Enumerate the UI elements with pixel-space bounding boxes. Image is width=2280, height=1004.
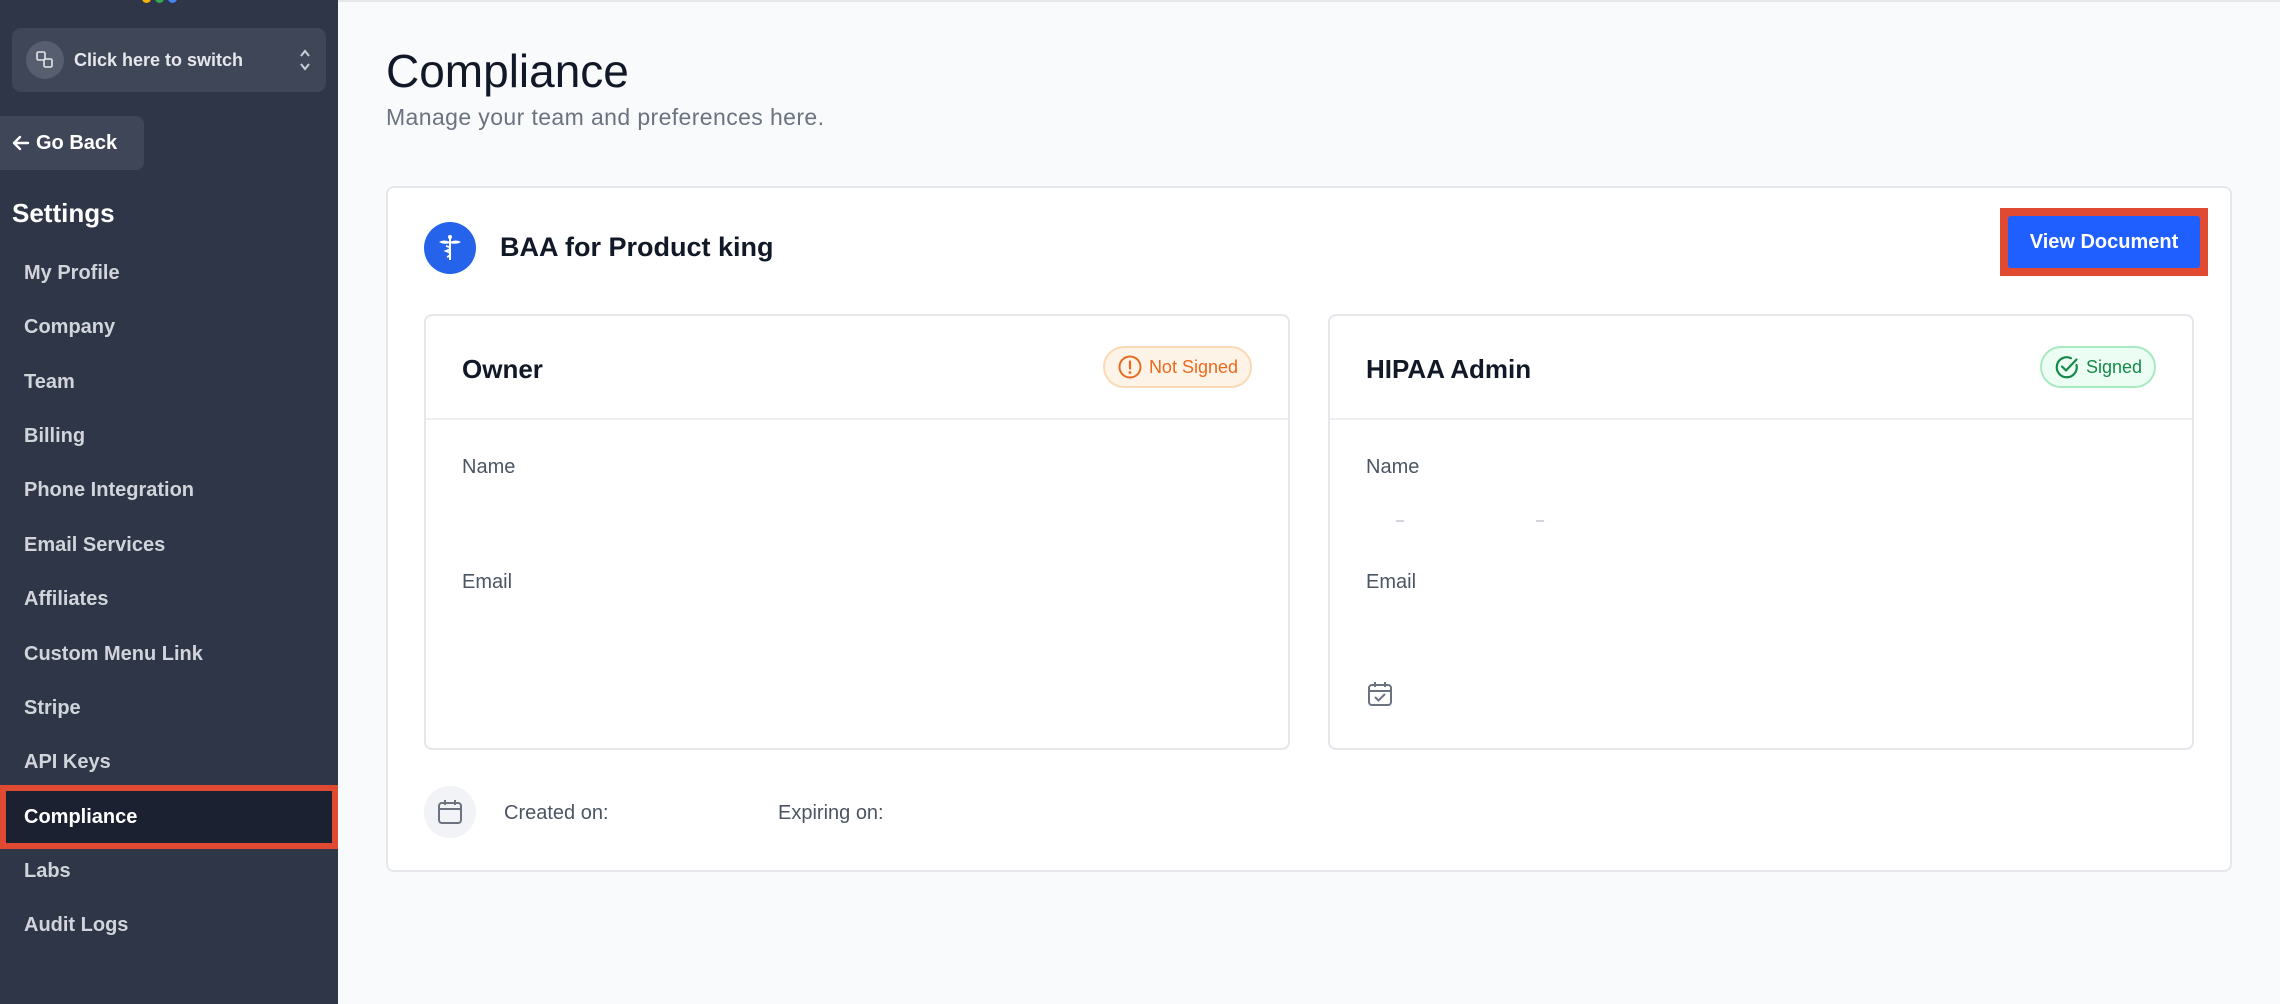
sidebar-item-email-services[interactable]: Email Services (0, 518, 338, 572)
medical-caduceus-icon (424, 222, 476, 274)
hipaa-admin-card-header: HIPAA Admin Signed (1330, 316, 2192, 420)
sidebar-item-company[interactable]: Company (0, 300, 338, 354)
sidebar-item-affiliates[interactable]: Affiliates (0, 572, 338, 626)
logo (142, 0, 177, 3)
view-document-highlight: View Document (2000, 208, 2208, 276)
switcher-label: Click here to switch (74, 49, 244, 70)
sidebar-item-custom-menu-link[interactable]: Custom Menu Link (0, 627, 338, 681)
sidebar-item-api-keys[interactable]: API Keys (0, 735, 338, 789)
hipaa-admin-card: HIPAA Admin Signed Name Email (1328, 314, 2194, 750)
calendar-icon (424, 786, 476, 838)
hipaa-admin-email-label: Email (1366, 571, 1417, 593)
switch-account-icon (26, 41, 64, 79)
chevron-up-down-icon (298, 46, 312, 79)
account-switcher[interactable]: Click here to switch (12, 28, 326, 92)
settings-heading: Settings (12, 198, 115, 228)
baa-title: BAA for Product king (500, 232, 774, 262)
arrow-left-icon (12, 135, 30, 151)
sidebar: Click here to switch Go Back Settings My… (0, 0, 338, 1004)
baa-card: BAA for Product king View Document Owner… (386, 186, 2232, 872)
sidebar-item-labs[interactable]: Labs (0, 844, 338, 898)
sidebar-item-compliance[interactable]: Compliance (0, 785, 338, 849)
sidebar-item-team[interactable]: Team (0, 355, 338, 409)
go-back-button[interactable]: Go Back (0, 116, 144, 170)
created-on-label: Created on: (504, 802, 609, 824)
owner-card-header: Owner Not Signed (426, 316, 1288, 420)
page-subtitle: Manage your team and preferences here. (386, 104, 825, 130)
owner-email-label: Email (462, 571, 513, 593)
expiring-on-label: Expiring on: (778, 802, 884, 824)
hipaa-admin-name-label: Name (1366, 456, 1420, 478)
not-signed-badge: Not Signed (1102, 346, 1252, 388)
redacted-name-value (1396, 520, 1544, 522)
sidebar-item-billing[interactable]: Billing (0, 409, 338, 463)
view-document-button[interactable]: View Document (2008, 216, 2200, 268)
owner-name-label: Name (462, 456, 516, 478)
owner-title: Owner (462, 354, 543, 384)
alert-circle-icon (1118, 355, 1142, 379)
hipaa-admin-title: HIPAA Admin (1366, 354, 1532, 384)
page-title: Compliance (386, 45, 629, 97)
sidebar-item-audit-logs[interactable]: Audit Logs (0, 898, 338, 952)
signed-badge: Signed (2039, 346, 2156, 388)
check-circle-icon (2055, 356, 2078, 379)
signed-label: Signed (2085, 356, 2142, 377)
top-divider (338, 0, 2280, 2)
owner-card: Owner Not Signed Name Email (424, 314, 1290, 750)
sidebar-item-phone-integration[interactable]: Phone Integration (0, 463, 338, 517)
sidebar-item-my-profile[interactable]: My Profile (0, 246, 338, 300)
calendar-check-icon (1366, 680, 1394, 713)
go-back-label: Go Back (36, 131, 118, 154)
not-signed-label: Not Signed (1148, 356, 1238, 377)
sidebar-item-stripe[interactable]: Stripe (0, 681, 338, 735)
